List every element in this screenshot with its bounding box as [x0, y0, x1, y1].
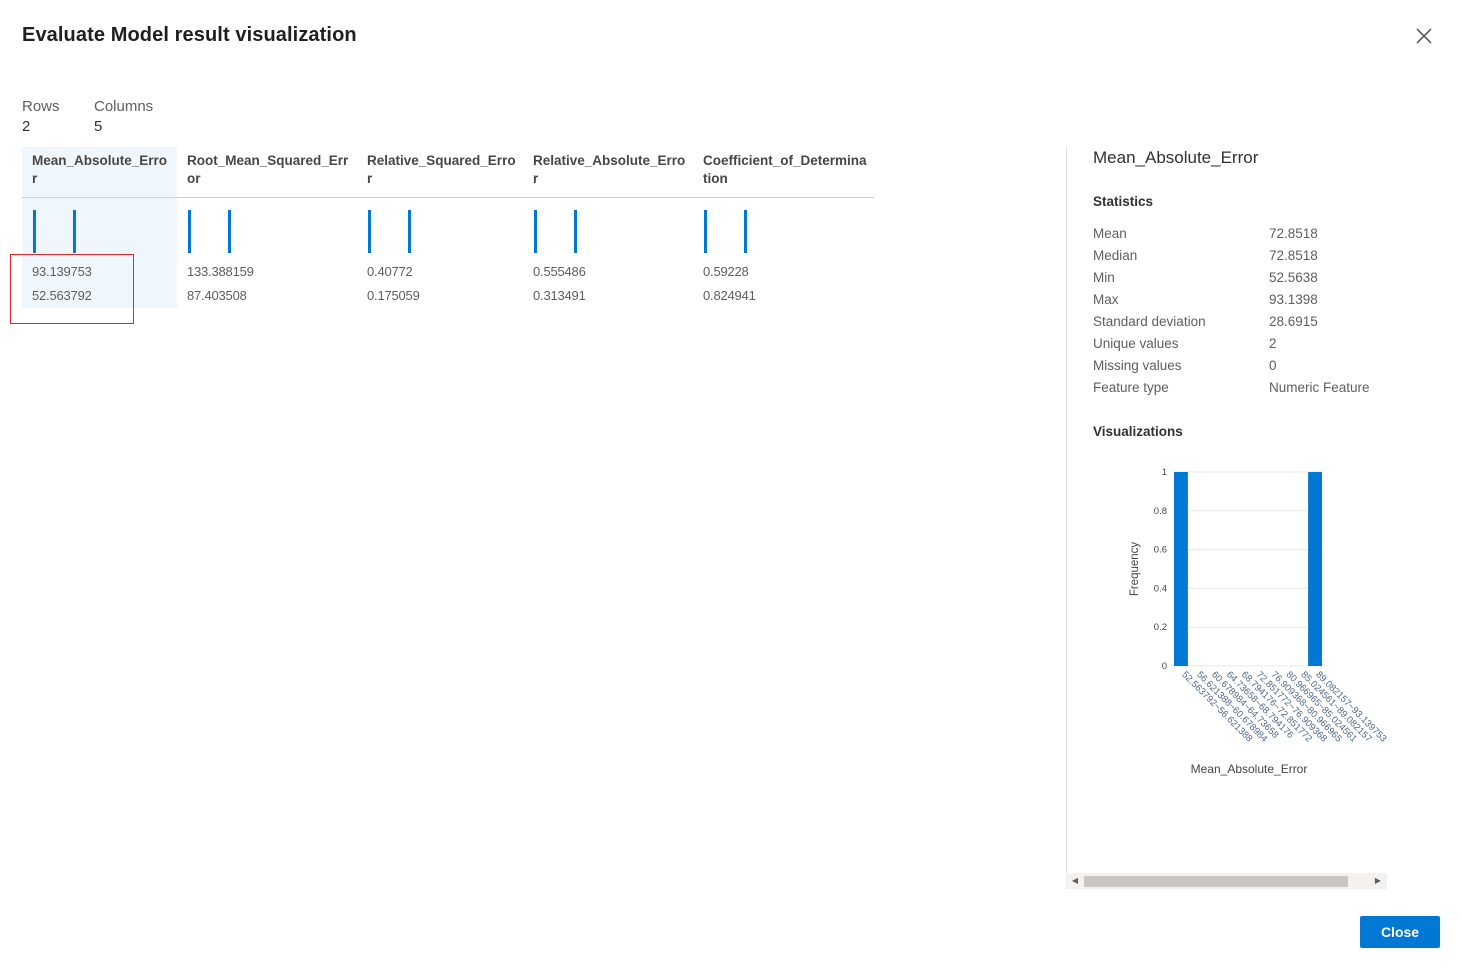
table-cell: 0.824941: [703, 288, 756, 303]
table-column-root-mean-squared-error[interactable]: Root_Mean_Squared_Error 133.388159 87.40…: [177, 147, 357, 308]
y-tick-label: 0.8: [1154, 506, 1167, 517]
y-tick-label: 0.4: [1154, 583, 1167, 594]
mini-histogram-bar: [704, 210, 707, 253]
table-cell: 133.388159: [187, 264, 254, 279]
scroll-right-icon[interactable]: ▶: [1371, 873, 1385, 889]
rows-value: 2: [22, 118, 31, 135]
mini-histogram-bar: [368, 210, 371, 253]
stat-label: Feature type: [1093, 380, 1169, 395]
rows-summary: Rows 2: [22, 97, 60, 137]
stat-label: Min: [1093, 270, 1115, 285]
table-cell: 0.555486: [533, 264, 586, 279]
histogram-bar: [1308, 472, 1322, 666]
table-cell: 0.40772: [367, 264, 413, 279]
histogram-bar: [1174, 472, 1188, 666]
columns-summary: Columns 5: [94, 97, 153, 137]
stat-label: Mean: [1093, 226, 1127, 241]
column-header[interactable]: Mean_Absolute_Error: [32, 152, 171, 188]
y-tick-label: 0: [1162, 661, 1167, 672]
table-cell: 0.175059: [367, 288, 420, 303]
stat-value: 52.5638: [1269, 270, 1318, 285]
stat-label: Standard deviation: [1093, 314, 1206, 329]
y-tick-label: 0.2: [1154, 622, 1167, 633]
stat-value: 93.1398: [1269, 292, 1318, 307]
histogram-chart: 00.20.40.60.8152.563792~56.62138856.6213…: [1129, 467, 1389, 776]
y-tick-label: 0.6: [1154, 545, 1167, 556]
close-icon[interactable]: [1411, 23, 1437, 49]
table-cell: 87.403508: [187, 288, 247, 303]
table-column-coefficient-of-determination[interactable]: Coefficient_of_Determination 0.59228 0.8…: [693, 147, 874, 308]
mini-histogram-bar: [33, 210, 36, 253]
stat-value: 28.6915: [1269, 314, 1318, 329]
columns-label: Columns: [94, 98, 154, 115]
table-cell: 0.59228: [703, 264, 749, 279]
y-tick-label: 1: [1162, 467, 1167, 478]
stat-value: 72.8518: [1269, 226, 1318, 241]
side-panel-title: Mean_Absolute_Error: [1093, 148, 1259, 167]
stat-label: Missing values: [1093, 358, 1182, 373]
header-divider: [22, 197, 874, 198]
x-axis-label: Mean_Absolute_Error: [1191, 762, 1308, 776]
mini-histogram-bar: [188, 210, 191, 253]
rows-label: Rows: [22, 98, 60, 115]
column-header[interactable]: Root_Mean_Squared_Error: [187, 152, 351, 188]
dialog-title: Evaluate Model result visualization: [22, 24, 357, 46]
column-header[interactable]: Relative_Absolute_Error: [533, 152, 687, 188]
annotation-highlight-box: [10, 254, 134, 324]
stat-value: 2: [1269, 336, 1277, 351]
results-table: Mean_Absolute_Error 93.139753 52.563792 …: [22, 147, 874, 309]
table-column-relative-absolute-error[interactable]: Relative_Absolute_Error 0.555486 0.31349…: [523, 147, 693, 308]
stat-value: 72.8518: [1269, 248, 1318, 263]
mini-histogram-bar: [408, 210, 411, 253]
column-header[interactable]: Coefficient_of_Determination: [703, 152, 868, 188]
horizontal-scrollbar[interactable]: ◀ ▶: [1066, 873, 1387, 889]
stat-value: Numeric Feature: [1269, 380, 1370, 395]
statistics-heading: Statistics: [1093, 194, 1154, 209]
y-axis-label: Frequency: [1129, 542, 1141, 597]
stat-label: Max: [1093, 292, 1119, 307]
table-column-relative-squared-error[interactable]: Relative_Squared_Error 0.40772 0.175059: [357, 147, 523, 308]
stat-value: 0: [1269, 358, 1277, 373]
column-header[interactable]: Relative_Squared_Error: [367, 152, 517, 188]
mini-histogram-bar: [574, 210, 577, 253]
mini-histogram-bar: [228, 210, 231, 253]
close-button[interactable]: Close: [1360, 916, 1440, 948]
panel-divider: [1066, 147, 1067, 889]
stat-label: Unique values: [1093, 336, 1179, 351]
mini-histogram-bar: [534, 210, 537, 253]
table-cell: 0.313491: [533, 288, 586, 303]
stat-label: Median: [1093, 248, 1138, 263]
mini-histogram-bar: [744, 210, 747, 253]
mini-histogram-bar: [73, 210, 76, 253]
scroll-thumb[interactable]: [1084, 876, 1348, 887]
visualizations-heading: Visualizations: [1093, 424, 1183, 439]
scroll-left-icon[interactable]: ◀: [1068, 873, 1082, 889]
columns-value: 5: [94, 118, 103, 135]
